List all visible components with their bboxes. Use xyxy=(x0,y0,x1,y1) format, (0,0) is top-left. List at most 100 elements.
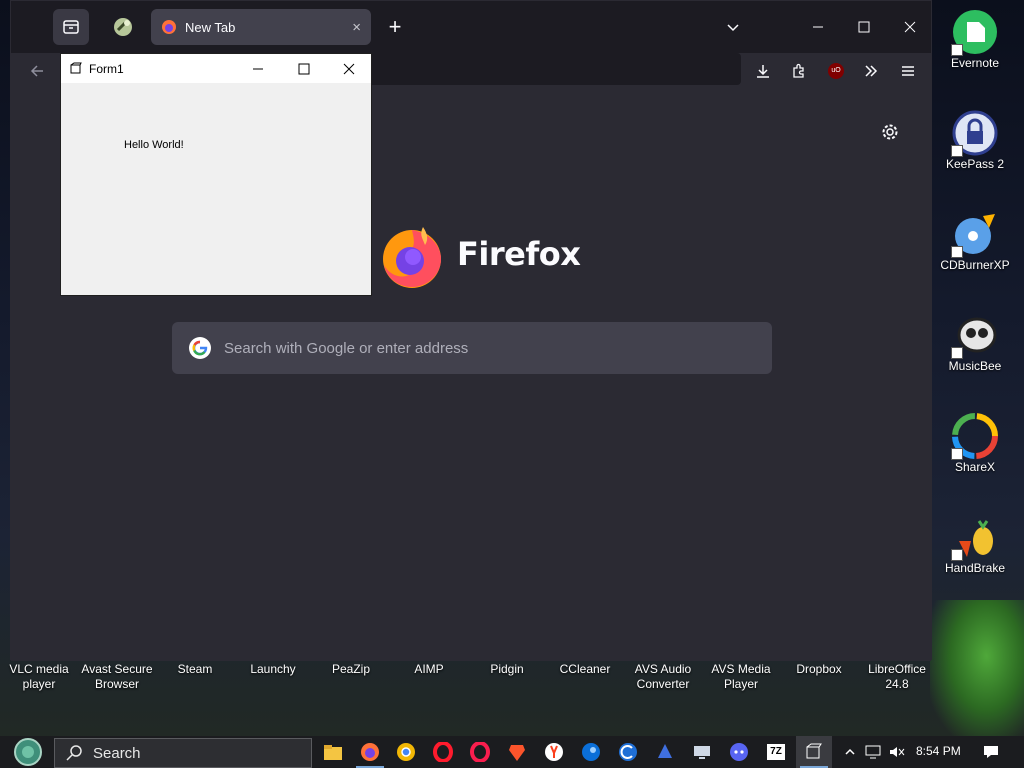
form1-titlebar[interactable]: Form1 xyxy=(61,54,371,83)
discord-icon xyxy=(730,743,748,761)
close-button[interactable] xyxy=(887,9,933,45)
puzzle-icon xyxy=(793,63,804,78)
chevron-down-icon xyxy=(727,24,739,32)
new-tab-button[interactable]: + xyxy=(377,9,413,45)
taskbar-ccleaner[interactable] xyxy=(610,736,646,768)
desktop-icon-peazip[interactable]: PeaZip xyxy=(312,662,390,677)
tab-close-icon[interactable]: × xyxy=(352,19,361,36)
taskbar-search[interactable]: Search xyxy=(54,738,312,768)
start-button[interactable] xyxy=(6,736,50,768)
volume-button[interactable] xyxy=(886,736,908,768)
network-icon xyxy=(865,745,881,759)
form1-title: Form1 xyxy=(89,61,124,76)
url-bar[interactable] xyxy=(366,53,741,85)
taskbar-7zip[interactable]: 7Z xyxy=(758,736,794,768)
desktop-icon-libreoffice[interactable]: LibreOffice 24.8 xyxy=(858,662,936,692)
firefox-logo xyxy=(379,223,445,289)
desktop-icon-cdburnerxp[interactable]: CDBurnerXP xyxy=(934,210,1016,273)
desktop-icon-sharex[interactable]: ShareX xyxy=(934,412,1016,475)
desktop-icon-aimp[interactable]: AIMP xyxy=(390,662,468,677)
firefox-view-button[interactable] xyxy=(53,9,89,45)
desktop-icon-label: HandBrake xyxy=(944,561,1006,575)
musicbee-icon xyxy=(951,311,999,359)
network-button[interactable] xyxy=(862,736,884,768)
more-tools-button[interactable] xyxy=(855,55,887,87)
tab-title: New Tab xyxy=(185,19,236,35)
taskbar-brave[interactable] xyxy=(499,736,535,768)
back-button[interactable] xyxy=(21,55,53,87)
desktop-icon-musicbee[interactable]: MusicBee xyxy=(934,311,1016,374)
taskbar: Search 7Z 8:54 PM xyxy=(0,736,1024,768)
minimize-button[interactable] xyxy=(795,9,841,45)
tab-new-tab[interactable]: New Tab × xyxy=(151,9,371,45)
form1-close-button[interactable] xyxy=(326,54,372,83)
ublock-origin-button[interactable]: uO xyxy=(820,55,852,87)
menu-button[interactable] xyxy=(892,55,924,87)
desktop-icon-label: Evernote xyxy=(950,56,1000,70)
close-icon xyxy=(904,21,916,33)
extensions-button[interactable] xyxy=(783,55,815,87)
taskbar-search-label: Search xyxy=(93,744,141,762)
desktop-icon-label: AIMP xyxy=(414,662,444,676)
desktop-icon-keepass[interactable]: KeePass 2 xyxy=(934,109,1016,172)
search-input[interactable]: Search with Google or enter address xyxy=(172,322,772,374)
desktop-icon-ccleaner[interactable]: CCleaner xyxy=(546,662,624,677)
back-arrow-icon xyxy=(30,65,43,77)
handbrake-icon xyxy=(951,513,999,561)
desktop-icon-label: Browser xyxy=(94,677,139,691)
taskbar-remote-desktop[interactable] xyxy=(684,736,720,768)
desktop-icon-label: AVS Audio xyxy=(634,662,692,676)
taskbar-opera[interactable] xyxy=(425,736,461,768)
desktop-icon-label: player xyxy=(22,677,56,691)
desktop-icon-pidgin[interactable]: Pidgin xyxy=(468,662,546,677)
desktop-icon-evernote[interactable]: Evernote xyxy=(934,8,1016,71)
desktop-icon-label: CCleaner xyxy=(559,662,611,676)
desktop-icon-label: Avast Secure xyxy=(81,662,153,676)
desktop-icon-avast[interactable]: Avast Secure Browser xyxy=(78,662,156,692)
shortcut-arrow-icon xyxy=(951,145,963,157)
notifications-button[interactable] xyxy=(978,736,1004,768)
desktop-icon-label: AVS Media xyxy=(711,662,771,676)
close-icon xyxy=(343,63,355,74)
desktop-icon-avs-media[interactable]: AVS Media Player xyxy=(702,662,780,692)
taskbar-waterfox[interactable] xyxy=(573,736,609,768)
list-all-tabs-button[interactable] xyxy=(715,9,751,45)
chevron-up-icon xyxy=(845,748,855,755)
desktop-icon-label: Pidgin xyxy=(490,662,524,676)
taskbar-firefox[interactable] xyxy=(352,736,388,768)
chrome-icon xyxy=(397,743,415,761)
start-orb-icon xyxy=(14,738,42,766)
taskbar-discord[interactable] xyxy=(721,736,757,768)
customize-button[interactable] xyxy=(877,119,903,145)
desktop-icon-avs-audio[interactable]: AVS Audio Converter xyxy=(624,662,702,692)
maximize-icon xyxy=(858,21,870,33)
desktop-icon-handbrake[interactable]: HandBrake xyxy=(934,513,1016,576)
volume-muted-icon xyxy=(890,747,905,757)
desktop-icon-dropbox[interactable]: Dropbox xyxy=(780,662,858,677)
taskbar-form1[interactable] xyxy=(796,736,832,768)
form1-minimize-button[interactable] xyxy=(235,54,281,83)
maximize-icon xyxy=(298,63,310,74)
taskbar-opera-gx[interactable] xyxy=(462,736,498,768)
taskbar-blue-app[interactable] xyxy=(647,736,683,768)
taskbar-clock[interactable]: 8:54 PM xyxy=(916,744,961,758)
extension-icon[interactable] xyxy=(105,9,141,45)
firefox-view-icon xyxy=(63,20,79,34)
firefox-icon xyxy=(361,743,379,761)
desktop-icon-steam[interactable]: Steam xyxy=(156,662,234,677)
keepass-icon xyxy=(951,109,999,157)
hello-world-label: Hello World! xyxy=(124,139,184,151)
form1-maximize-button[interactable] xyxy=(281,54,327,83)
downloads-button[interactable] xyxy=(747,55,779,87)
cdburnerxp-icon xyxy=(951,210,999,258)
taskbar-chrome[interactable] xyxy=(388,736,424,768)
desktop-icon-label: KeePass 2 xyxy=(945,157,1005,171)
show-hidden-icons-button[interactable] xyxy=(840,736,860,768)
firefox-wordmark: Firefox xyxy=(457,235,581,273)
desktop-icon-launchy[interactable]: Launchy xyxy=(234,662,312,677)
taskbar-yandex[interactable] xyxy=(536,736,572,768)
maximize-button[interactable] xyxy=(841,9,887,45)
gear-icon xyxy=(882,124,898,140)
taskbar-file-explorer[interactable] xyxy=(315,736,351,768)
desktop-icon-vlc[interactable]: VLC media player xyxy=(0,662,78,692)
